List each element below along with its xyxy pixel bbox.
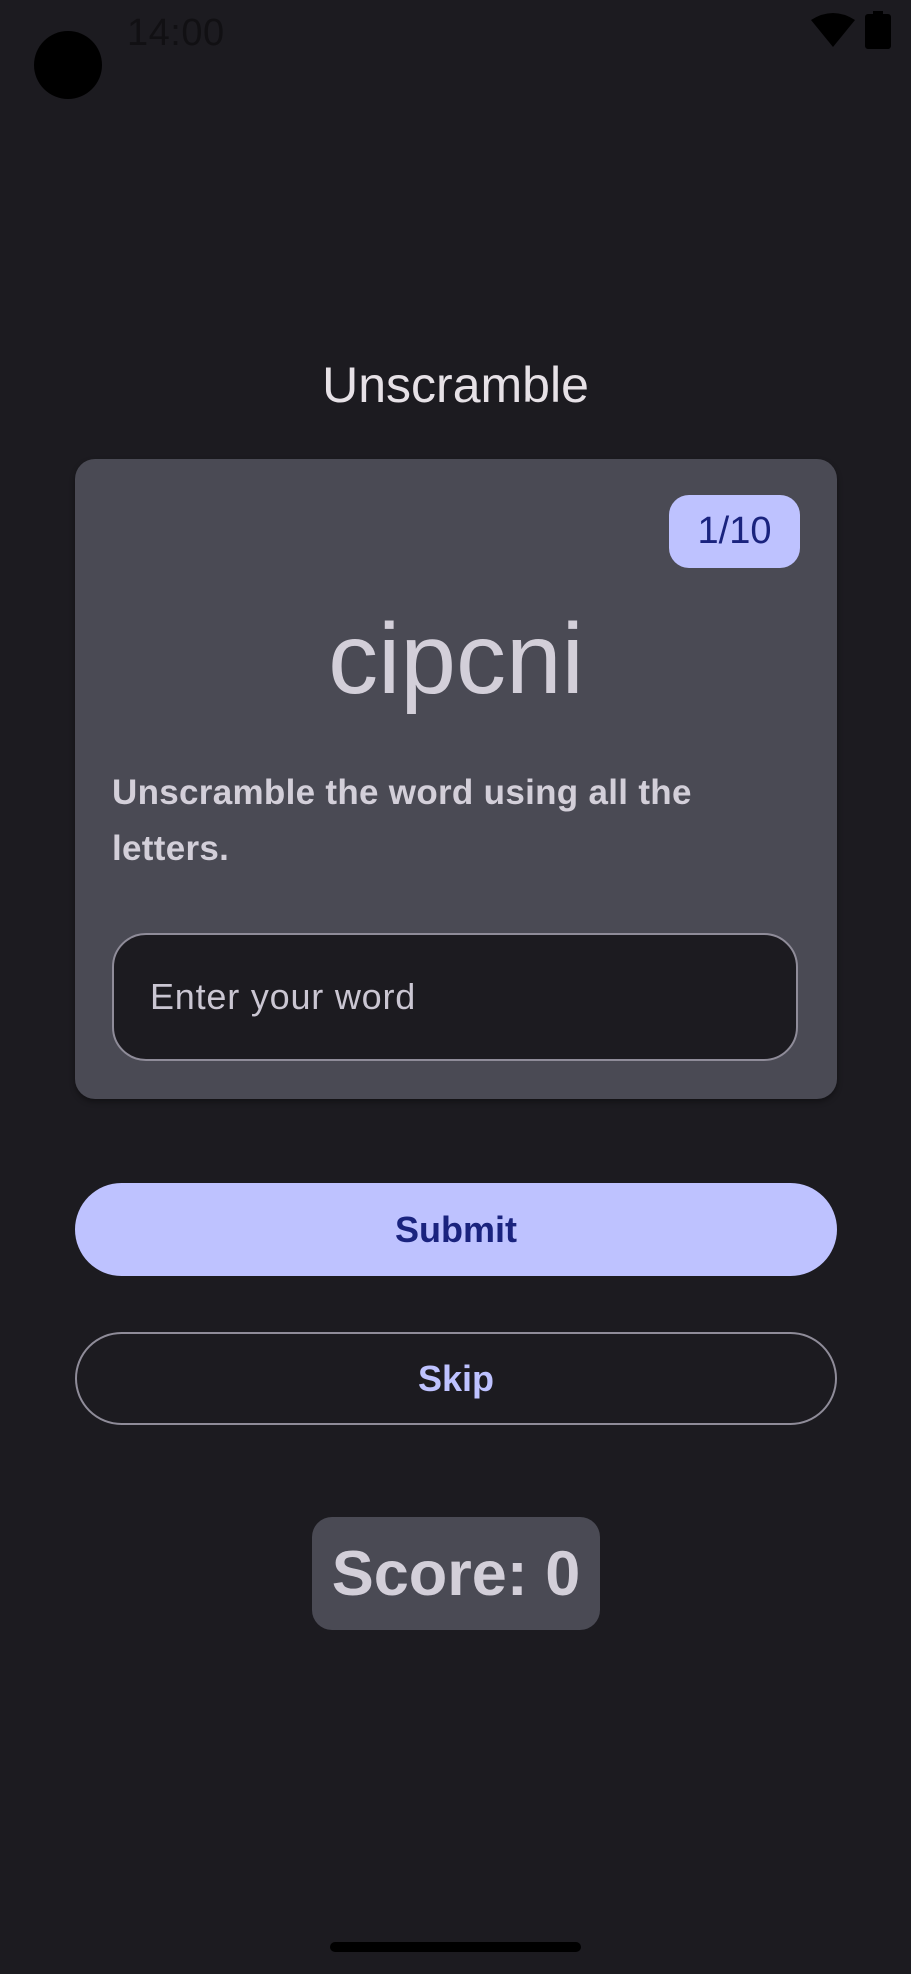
- game-card: 1/10 cipcni Unscramble the word using al…: [75, 459, 837, 1099]
- submit-button[interactable]: Submit: [75, 1183, 837, 1276]
- status-time: 14:00: [127, 12, 225, 54]
- instructions-text: Unscramble the word using all the letter…: [112, 773, 692, 868]
- home-indicator[interactable]: [330, 1942, 581, 1952]
- wifi-icon: [811, 13, 855, 47]
- word-count-badge: 1/10: [669, 495, 800, 568]
- skip-button[interactable]: Skip: [75, 1332, 837, 1425]
- status-bar: 14:00: [0, 0, 911, 99]
- word-input[interactable]: [112, 933, 798, 1061]
- battery-icon: [865, 11, 891, 49]
- score-display: Score: 0: [312, 1517, 600, 1630]
- app-title: Unscramble: [322, 357, 589, 413]
- scrambled-word: cipcni: [328, 603, 584, 715]
- camera-cutout: [34, 31, 102, 99]
